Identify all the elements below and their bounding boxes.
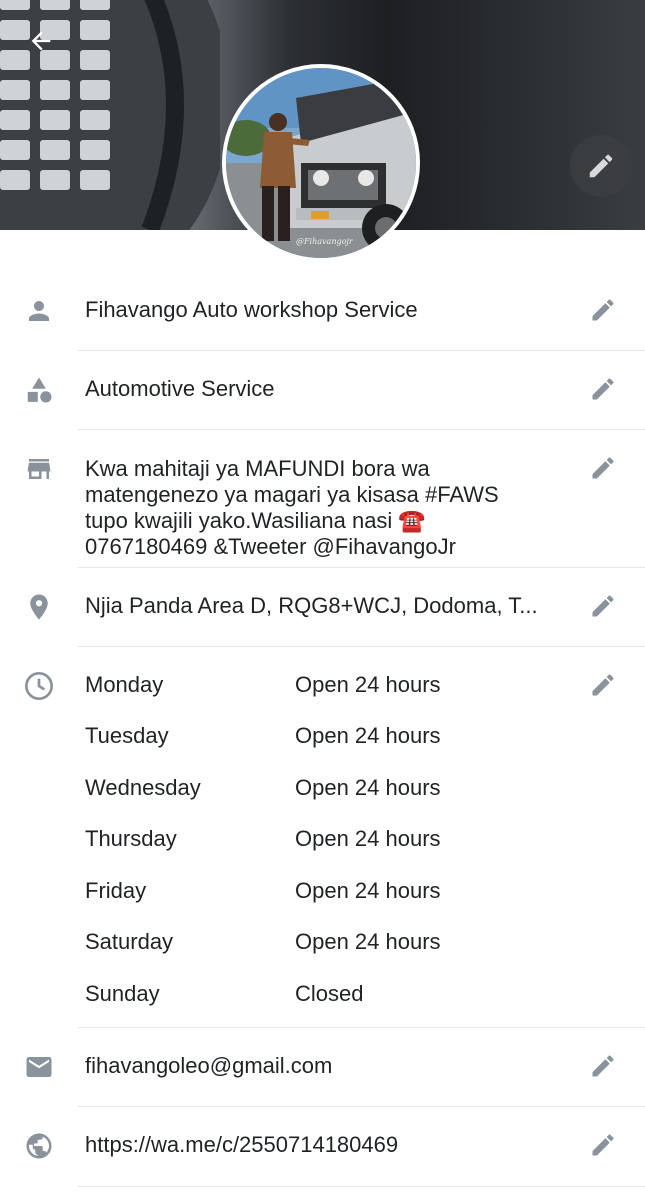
- hours-day: Tuesday: [85, 723, 169, 748]
- email-row[interactable]: fihavangoleo@gmail.com: [0, 1046, 645, 1086]
- pencil-icon: [592, 378, 614, 400]
- pencil-icon: [589, 154, 613, 178]
- edit-category-button[interactable]: [585, 371, 621, 407]
- clock-icon: [22, 669, 56, 703]
- divider: [78, 646, 645, 647]
- photo-watermark: @Fihavangojr: [296, 237, 354, 246]
- divider: [78, 567, 645, 568]
- business-category: Automotive Service: [85, 376, 275, 401]
- divider: [78, 1186, 645, 1187]
- profile-avatar[interactable]: @Fihavangojr: [222, 64, 420, 262]
- website-row[interactable]: https://wa.me/c/2550714180469: [0, 1125, 645, 1165]
- pencil-icon: [592, 299, 614, 321]
- divider: [78, 1106, 645, 1107]
- edit-name-button[interactable]: [585, 292, 621, 328]
- pencil-icon: [592, 1055, 614, 1077]
- hours-day: Friday: [85, 878, 147, 903]
- edit-website-button[interactable]: [585, 1127, 621, 1163]
- divider: [78, 350, 645, 351]
- hours-day: Wednesday: [85, 775, 201, 800]
- category-row[interactable]: Automotive Service: [0, 369, 645, 409]
- envelope-icon: [22, 1050, 56, 1084]
- back-button[interactable]: [18, 20, 64, 62]
- hours-value: Open 24 hours: [295, 878, 441, 903]
- business-website[interactable]: https://wa.me/c/2550714180469: [85, 1132, 398, 1158]
- business-name: Fihavango Auto workshop Service: [85, 297, 418, 322]
- business-description: Kwa mahitaji ya MAFUNDI bora wa matengen…: [85, 456, 499, 559]
- address-row[interactable]: Njia Panda Area D, RQG8+WCJ, Dodoma, T..…: [0, 586, 645, 626]
- edit-hours-button[interactable]: [585, 667, 621, 703]
- pencil-icon: [592, 457, 614, 479]
- hours-value: Open 24 hours: [295, 723, 441, 748]
- business-address: Njia Panda Area D, RQG8+WCJ, Dodoma, T..…: [85, 593, 538, 618]
- hours-day: Sunday: [85, 981, 160, 1006]
- hours-value: Open 24 hours: [295, 775, 441, 800]
- globe-icon: [22, 1129, 56, 1163]
- edit-email-button[interactable]: [585, 1048, 621, 1084]
- divider: [78, 1027, 645, 1028]
- edit-address-button[interactable]: [585, 588, 621, 624]
- arrow-left-icon: [31, 31, 51, 51]
- divider: [78, 429, 645, 430]
- pencil-icon: [592, 1134, 614, 1156]
- name-row[interactable]: Fihavango Auto workshop Service: [0, 290, 645, 330]
- hours-value: Closed: [295, 981, 364, 1006]
- pencil-icon: [592, 674, 614, 696]
- edit-cover-button[interactable]: [570, 135, 632, 197]
- business-email: fihavangoleo@gmail.com: [85, 1053, 333, 1078]
- hours-day: Saturday: [85, 929, 174, 954]
- hours-value: Open 24 hours: [295, 672, 441, 697]
- shapes-icon: [22, 373, 56, 407]
- pencil-icon: [592, 595, 614, 617]
- location-pin-icon: [22, 590, 56, 624]
- edit-description-button[interactable]: [585, 450, 621, 486]
- hours-day: Monday: [85, 672, 164, 697]
- mechanic-photo: @Fihavangojr: [226, 68, 416, 258]
- hours-value: Open 24 hours: [295, 929, 441, 954]
- storefront-icon: [22, 452, 56, 486]
- person-icon: [22, 294, 56, 328]
- hours-day: Thursday: [85, 826, 177, 851]
- hours-value: Open 24 hours: [295, 826, 441, 851]
